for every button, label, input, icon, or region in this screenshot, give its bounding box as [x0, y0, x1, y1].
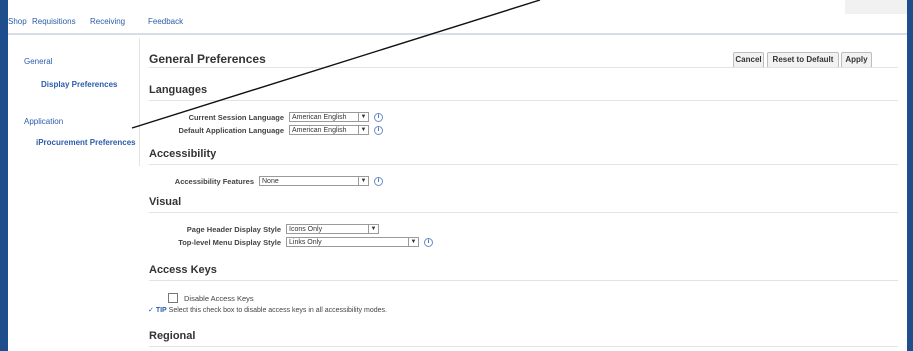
sidenav-item-display-preferences[interactable]: Display Preferences [41, 80, 118, 89]
section-heading-accessibility: Accessibility [149, 148, 217, 160]
default-language-select[interactable]: American English ▼ [289, 125, 369, 135]
reset-to-default-button[interactable]: Reset to Default [767, 52, 839, 68]
page-header-style-select[interactable]: Icons Only ▼ [286, 224, 379, 234]
info-icon[interactable]: i [374, 126, 383, 135]
side-nav: General Display Preferences Application … [8, 35, 139, 351]
section-heading-access-keys: Access Keys [149, 264, 217, 276]
sidenav-section-general: General [24, 57, 53, 66]
tip-word: TIP [155, 307, 167, 314]
tip-icon: ✓ [148, 307, 154, 314]
default-language-label: Default Application Language [178, 126, 284, 135]
chevron-down-icon: ▼ [408, 238, 418, 246]
section-heading-visual: Visual [149, 196, 182, 208]
section-heading-regional: Regional [149, 330, 196, 342]
title-divider [149, 67, 898, 68]
tip-text: ✓ TIP Select this check box to disable a… [148, 306, 387, 314]
section-divider [149, 212, 898, 213]
top-nav: Shop Requisitions Receiving Feedback [8, 0, 907, 34]
menu-style-label: Top-level Menu Display Style [178, 238, 281, 247]
info-icon[interactable]: i [374, 177, 383, 186]
disable-access-keys-label: Disable Access Keys [184, 294, 254, 303]
chevron-down-icon: ▼ [358, 177, 368, 185]
info-icon[interactable]: i [424, 238, 433, 247]
window-frame-left [0, 0, 8, 351]
section-divider [149, 346, 898, 347]
sidenav-item-iprocurement-preferences[interactable]: iProcurement Preferences [36, 138, 136, 147]
disable-access-keys-checkbox[interactable] [168, 293, 178, 303]
page-header-style-label: Page Header Display Style [186, 225, 281, 234]
chevron-down-icon: ▼ [358, 126, 368, 134]
main-content: General Preferences Cancel Reset to Defa… [140, 35, 907, 351]
tab-shop[interactable]: Shop [8, 17, 27, 26]
tab-receiving[interactable]: Receiving [90, 17, 125, 26]
default-language-value: American English [292, 127, 347, 134]
section-divider [149, 280, 898, 281]
chevron-down-icon: ▼ [368, 225, 378, 233]
accessibility-features-value: None [262, 178, 279, 185]
info-icon[interactable]: i [374, 113, 383, 122]
apply-button[interactable]: Apply [841, 52, 872, 68]
accessibility-features-select[interactable]: None ▼ [259, 176, 369, 186]
accessibility-features-label: Accessibility Features [174, 177, 254, 186]
menu-style-value: Links Only [289, 239, 322, 246]
page-header-style-value: Icons Only [289, 226, 323, 233]
tip-description: Select this check box to disable access … [168, 307, 387, 314]
header-corner-panel [845, 0, 907, 14]
session-language-label: Current Session Language [188, 113, 284, 122]
cancel-button[interactable]: Cancel [733, 52, 764, 68]
session-language-select[interactable]: American English ▼ [289, 112, 369, 122]
menu-style-select[interactable]: Links Only ▼ [286, 237, 419, 247]
chevron-down-icon: ▼ [358, 113, 368, 121]
sidenav-section-application: Application [24, 117, 64, 126]
session-language-value: American English [292, 114, 347, 121]
page-title: General Preferences [149, 52, 266, 66]
tab-requisitions[interactable]: Requisitions [32, 17, 76, 26]
section-divider [149, 100, 898, 101]
window-frame-right [907, 0, 913, 351]
section-divider [149, 164, 898, 165]
tab-feedback[interactable]: Feedback [148, 17, 183, 26]
section-heading-languages: Languages [149, 84, 208, 96]
